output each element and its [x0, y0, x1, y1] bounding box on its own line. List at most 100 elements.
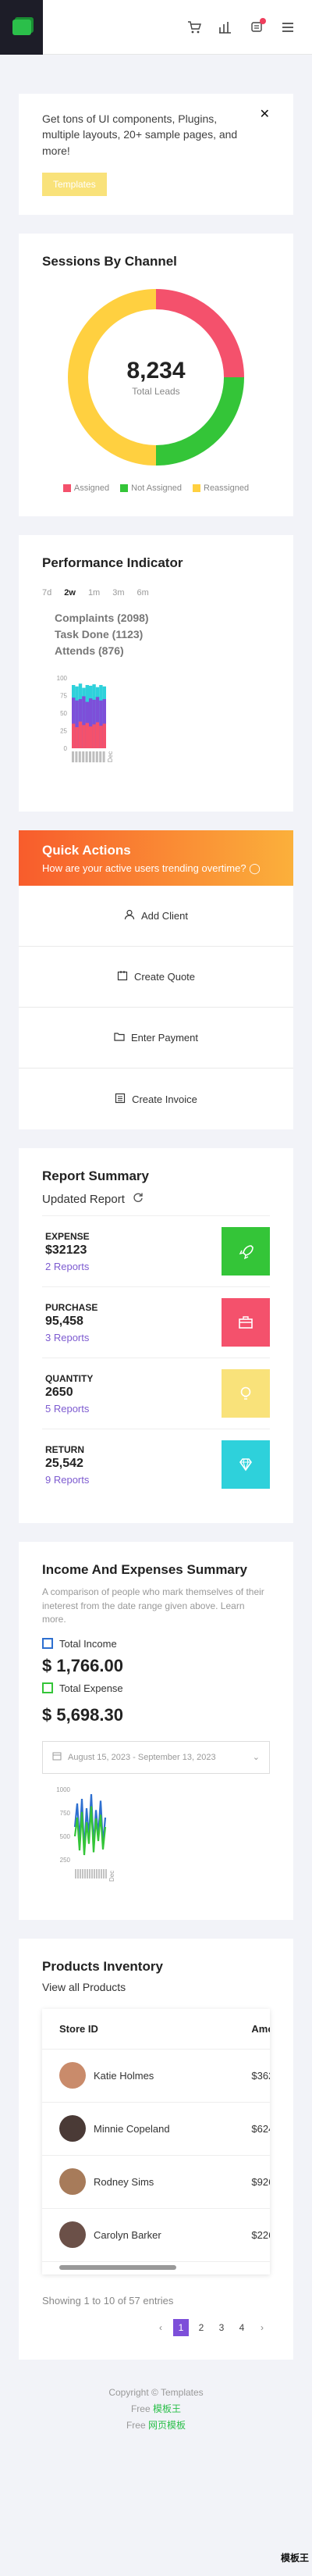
footer-link[interactable]: 网页模板	[148, 2420, 186, 2431]
report-value: 2650	[45, 1385, 73, 1399]
footer-line-3: Free 网页模板	[0, 2417, 312, 2434]
report-link[interactable]: 3 Reports	[45, 1332, 98, 1343]
bar-2-9	[102, 723, 106, 748]
table-row[interactable]: Katie Holmes $3621	[42, 2049, 270, 2103]
col-store-id[interactable]: Store ID	[42, 2008, 235, 2050]
bar-chart-icon[interactable]	[218, 20, 232, 34]
tab-2w[interactable]: 2w	[64, 588, 76, 598]
y-tick-label: 100	[57, 675, 68, 682]
view-all-products-link[interactable]: View all Products	[42, 1981, 270, 1993]
sessions-card: Sessions By Channel 8,234 Total Leads As…	[19, 233, 293, 516]
pagination: ‹ 1 2 3 4 ›	[42, 2318, 270, 2336]
tab-3m[interactable]: 3m	[112, 588, 124, 598]
row-name: Katie Holmes	[94, 2069, 154, 2082]
cart-icon[interactable]	[187, 20, 201, 34]
quote-icon	[117, 970, 128, 983]
report-label: EXPENSE	[45, 1230, 90, 1242]
bell-icon[interactable]	[250, 17, 266, 34]
table-row[interactable]: Minnie Copeland $6245	[42, 2102, 270, 2156]
row-amount: $3621	[234, 2049, 270, 2103]
quick-actions-subtitle-text: How are your active users trending overt…	[42, 862, 246, 874]
report-title: Report Summary	[42, 1168, 149, 1184]
legend-label: Reassigned	[204, 483, 250, 493]
showing-entries: Showing 1 to 10 of 57 entries	[42, 2294, 174, 2307]
create-quote-button[interactable]: Create Quote	[19, 947, 293, 1008]
report-value: 95,458	[45, 1314, 83, 1328]
tab-1m[interactable]: 1m	[88, 588, 100, 598]
bar-2-3	[82, 725, 86, 748]
quick-actions-subtitle: How are your active users trending overt…	[42, 862, 270, 876]
x-tick-label	[96, 1868, 98, 1878]
prev-page-icon[interactable]: ‹	[153, 2319, 168, 2336]
add-client-button[interactable]: Add Client	[19, 886, 293, 947]
table-row[interactable]: Carolyn Barker $2263	[42, 2208, 270, 2262]
legend-assigned: Assigned	[62, 483, 109, 493]
next-page-icon[interactable]: ›	[254, 2319, 270, 2336]
chevron-down-icon: ⌄	[252, 1753, 260, 1763]
stat-attends: Attends (876)	[55, 644, 124, 657]
x-tick-label	[82, 751, 85, 762]
date-range-text: August 15, 2023 - September 13, 2023	[68, 1752, 216, 1762]
legend-not-assigned: Not Assigned	[120, 483, 182, 493]
total-expense-toggle[interactable]: Total Expense	[42, 1682, 270, 1694]
updated-report: Updated Report	[42, 1192, 270, 1217]
invoice-icon	[115, 1093, 126, 1106]
bar-2-7	[95, 722, 100, 748]
date-range-picker[interactable]: August 15, 2023 - September 13, 2023 ⌄	[42, 1740, 270, 1774]
bar-2-4	[85, 722, 89, 748]
x-tick-label	[92, 751, 95, 762]
create-invoice-button[interactable]: Create Invoice	[19, 1069, 293, 1130]
footer-prefix: Free	[130, 2403, 151, 2414]
report-label: QUANTITY	[45, 1372, 94, 1384]
logo[interactable]	[0, 0, 43, 55]
legend-label: Not Assigned	[131, 483, 182, 493]
table-scrollbar[interactable]	[59, 2264, 176, 2270]
refresh-icon[interactable]	[133, 1192, 144, 1206]
table-row[interactable]: Rodney Sims $9265	[42, 2155, 270, 2209]
row-name: Carolyn Barker	[94, 2228, 161, 2241]
income-chart-svg: 1000 750 500 250 Dec	[56, 1786, 115, 1882]
report-row-quantity: QUANTITY 2650 5 Reports	[42, 1358, 270, 1430]
close-icon[interactable]: ✕	[260, 106, 270, 122]
stat-complaints: Complaints (2098)	[55, 611, 149, 624]
y-tick-label: 75	[60, 692, 67, 699]
x-tick-label	[89, 751, 91, 762]
report-link[interactable]: 9 Reports	[45, 1474, 89, 1486]
y-tick-label: 1000	[56, 1786, 70, 1793]
y-tick-label: 250	[60, 1857, 71, 1864]
x-tick-label	[103, 1868, 105, 1878]
col-amount[interactable]: Amount	[234, 2008, 270, 2050]
quick-actions-card: Quick Actions How are your active users …	[19, 830, 293, 1130]
templates-button[interactable]: Templates	[42, 172, 107, 196]
row-name: Rodney Sims	[94, 2175, 154, 2188]
bar-2-2	[78, 721, 83, 748]
row-amount: $2263	[234, 2208, 270, 2262]
y-tick-label: 0	[64, 745, 68, 752]
income-label: Total Income	[59, 1637, 117, 1650]
menu-icon[interactable]	[281, 20, 295, 34]
x-axis-label: Dec	[107, 751, 114, 762]
copyright: Copyright © Templates	[108, 2386, 204, 2398]
tab-7d[interactable]: 7d	[42, 588, 51, 598]
enter-payment-button[interactable]: Enter Payment	[19, 1008, 293, 1069]
income-checkbox[interactable]	[42, 1638, 53, 1650]
total-leads-label: Total Leads	[132, 385, 180, 397]
x-tick-label	[72, 751, 74, 762]
bar-2-6	[92, 724, 96, 748]
page-3[interactable]: 3	[214, 2319, 229, 2336]
page-1[interactable]: 1	[173, 2318, 189, 2336]
footer-link[interactable]: 模板王	[153, 2403, 181, 2414]
expense-checkbox[interactable]	[42, 1682, 53, 1694]
report-link[interactable]: 5 Reports	[45, 1403, 93, 1415]
report-row-return: RETURN 25,542 9 Reports	[42, 1429, 270, 1500]
inventory-card: Products Inventory View all Products Sto…	[19, 1938, 293, 2360]
x-tick-label	[82, 1868, 83, 1878]
tab-6m[interactable]: 6m	[137, 588, 149, 598]
footer-prefix: Free	[126, 2419, 146, 2431]
calendar-icon	[52, 1751, 62, 1763]
total-income-toggle[interactable]: Total Income	[42, 1638, 270, 1650]
report-link[interactable]: 2 Reports	[45, 1261, 90, 1272]
page-4[interactable]: 4	[234, 2319, 250, 2336]
x-tick-label	[98, 1868, 100, 1878]
page-2[interactable]: 2	[193, 2319, 209, 2336]
